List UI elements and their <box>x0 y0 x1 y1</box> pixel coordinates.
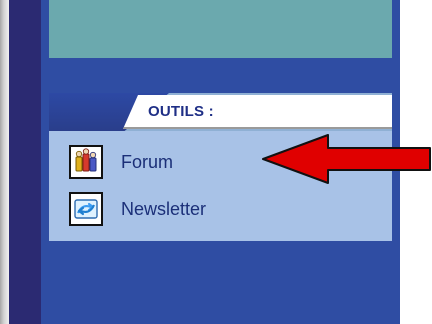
left-dark-rail <box>9 0 41 324</box>
tool-label-forum[interactable]: Forum <box>121 153 173 171</box>
tools-section-header: OUTILS : <box>49 93 392 131</box>
screenshot-stage: OUTILS : Forum Newsletter <box>0 0 432 324</box>
tools-section-title: OUTILS : <box>148 103 214 120</box>
tool-label-newsletter[interactable]: Newsletter <box>121 200 206 218</box>
top-teal-box <box>49 0 392 58</box>
tool-item-newsletter[interactable]: Newsletter <box>69 192 319 226</box>
red-pointer-arrow-icon <box>262 134 431 184</box>
forum-icon[interactable] <box>69 145 103 179</box>
left-scroll-strip <box>0 0 9 324</box>
newsletter-icon[interactable] <box>69 192 103 226</box>
